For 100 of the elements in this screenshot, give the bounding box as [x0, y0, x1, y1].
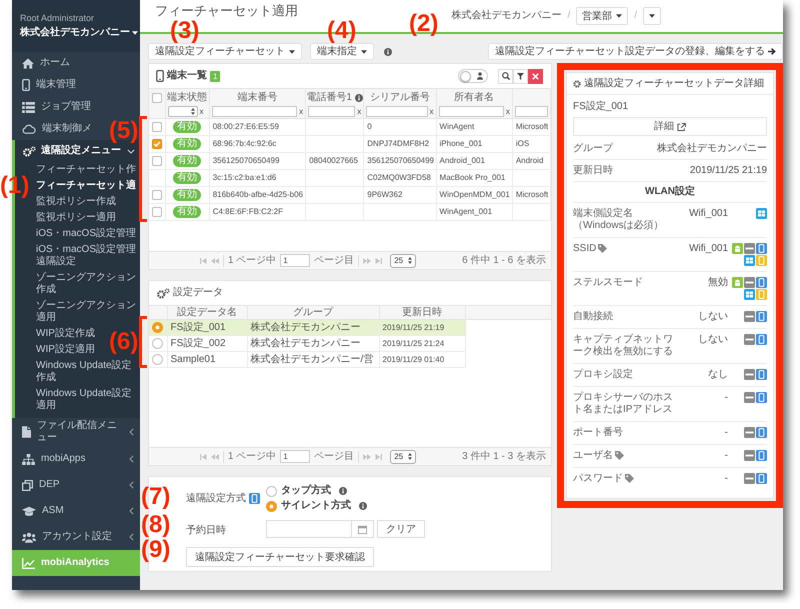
- filter-input[interactable]: [514, 106, 548, 117]
- device-dropdown[interactable]: 端末指定: [310, 43, 374, 60]
- column-header: 端末番号: [237, 92, 278, 104]
- menu-item[interactable]: ファイル配信メニュー: [12, 418, 140, 446]
- next-page-icon[interactable]: [363, 454, 372, 460]
- submenu-item[interactable]: 監視ポリシー適用: [36, 210, 116, 226]
- clear-filter-link[interactable]: x: [357, 106, 362, 116]
- gears-icon: [156, 288, 170, 298]
- menu-item[interactable]: 端末制御メ: [12, 118, 98, 140]
- previous-page-icon[interactable]: [210, 454, 219, 460]
- clear-button[interactable]: クリア: [377, 520, 425, 538]
- annotation-number: (8): [141, 513, 170, 537]
- submenu-item[interactable]: フィーチャーセット適: [36, 178, 136, 194]
- phone-icon: [756, 334, 767, 345]
- radio-button[interactable]: [152, 338, 164, 349]
- detail-button[interactable]: 詳細: [573, 117, 767, 136]
- submenu-item[interactable]: 監視ポリシー作成: [36, 194, 116, 210]
- page-size-select[interactable]: 25: [390, 254, 416, 268]
- field-value: 2019/11/25 21:19: [690, 164, 767, 176]
- date-input[interactable]: [266, 520, 352, 538]
- radio-button[interactable]: [152, 322, 164, 333]
- status-badge: 有効: [173, 172, 202, 184]
- row-checkbox[interactable]: [152, 122, 162, 132]
- line-chart-icon: [22, 558, 35, 568]
- submenu-item[interactable]: ゾーニングアクション作成: [36, 270, 138, 298]
- menu-item[interactable]: ASM: [12, 498, 140, 524]
- table-cell: 2019/11/25 21:19: [379, 320, 465, 336]
- first-page-icon[interactable]: [200, 454, 207, 460]
- previous-page-icon[interactable]: [210, 258, 219, 264]
- last-page-icon[interactable]: [375, 258, 382, 264]
- table-cell: 9P6W362: [364, 186, 436, 204]
- submenu-item[interactable]: WIP設定適用: [36, 342, 95, 358]
- menu-item[interactable]: アカウント設定: [12, 524, 140, 550]
- first-page-icon[interactable]: [200, 258, 207, 264]
- page-size-select[interactable]: 25: [390, 450, 416, 464]
- clear-filter-button[interactable]: [528, 68, 543, 84]
- next-page-icon[interactable]: [363, 258, 372, 264]
- bar-tile-icon: [744, 334, 755, 345]
- row-checkbox[interactable]: [152, 138, 162, 149]
- setting-value: なし: [708, 369, 728, 381]
- menu-item[interactable]: mobiApps: [12, 446, 140, 472]
- submenu-item[interactable]: フィーチャーセット作: [36, 162, 136, 178]
- menu-item[interactable]: ジョブ管理: [12, 96, 97, 118]
- filter-input[interactable]: [438, 106, 504, 117]
- menu-item[interactable]: DEP: [12, 472, 140, 498]
- filter-button[interactable]: [513, 68, 528, 84]
- radio-label[interactable]: タップ方式: [281, 485, 331, 497]
- menu-item[interactable]: ホーム: [12, 52, 76, 74]
- caret-down-icon: [132, 31, 138, 35]
- table-cell: WinOpenMDM_001: [436, 186, 512, 204]
- search-button[interactable]: [498, 68, 513, 84]
- calendar-button[interactable]: [352, 520, 374, 538]
- filter-select[interactable]: [168, 106, 198, 117]
- row-checkbox[interactable]: [152, 206, 162, 217]
- field-label: 遠隔設定方式: [186, 492, 246, 504]
- radio-button[interactable]: [266, 500, 277, 512]
- phone-icon: [756, 450, 767, 461]
- info-icon: [359, 502, 367, 510]
- submenu-item[interactable]: Windows Update設定適用: [36, 386, 138, 414]
- radio-button[interactable]: [152, 354, 164, 365]
- submenu-item[interactable]: Windows Update設定作成: [36, 358, 138, 386]
- toggle-switch[interactable]: [458, 69, 488, 83]
- radio-label[interactable]: サイレント方式: [281, 500, 351, 512]
- radio-button[interactable]: [266, 486, 277, 496]
- group-dropdown[interactable]: [643, 7, 661, 25]
- table-cell: iOS: [512, 136, 550, 152]
- annotation-number: (7): [141, 485, 170, 509]
- submenu-item[interactable]: ゾーニングアクション適用: [36, 298, 138, 326]
- submenu-item[interactable]: WIP設定作成: [36, 326, 95, 342]
- company-menu[interactable]: 株式会社デモカンパニー: [20, 27, 138, 39]
- clear-filter-link[interactable]: x: [299, 106, 304, 116]
- sitemap-icon: [22, 454, 35, 464]
- menu-item[interactable]: 端末管理: [12, 74, 82, 96]
- feature-set-dropdown[interactable]: 遠隔設定フィーチャーセット: [148, 43, 302, 60]
- clear-filter-link[interactable]: x: [200, 106, 204, 116]
- setting-name: FS設定_001: [573, 101, 630, 113]
- breadcrumb-separator: /: [567, 10, 570, 22]
- card-title: 端末一覧: [167, 70, 207, 82]
- row-checkbox[interactable]: [152, 190, 162, 200]
- window-panes-icon: [756, 208, 767, 219]
- clear-filter-link[interactable]: x: [506, 106, 510, 116]
- page-input[interactable]: 1: [280, 254, 310, 267]
- group-dropdown[interactable]: 営業部: [576, 7, 628, 25]
- select-all-checkbox[interactable]: [152, 93, 162, 103]
- submit-button[interactable]: 遠隔設定フィーチャーセット要求確認: [186, 547, 374, 567]
- file-icon: [22, 426, 31, 438]
- clear-filter-link[interactable]: x: [430, 106, 434, 116]
- section-title: WLAN設定: [644, 184, 696, 199]
- filter-input[interactable]: [366, 106, 428, 117]
- page-input[interactable]: 1: [280, 450, 310, 463]
- filter-input[interactable]: [308, 106, 356, 117]
- submenu-item[interactable]: iOS・macOS設定管理遠隔設定: [36, 242, 138, 270]
- table-cell: DNPJ74DMF8H2: [364, 136, 436, 152]
- last-page-icon[interactable]: [375, 454, 382, 460]
- field-label: 更新日時: [573, 164, 613, 176]
- submenu-item[interactable]: iOS・macOS設定管理: [36, 226, 136, 242]
- filter-input[interactable]: [212, 106, 298, 117]
- bar-tile-icon: [744, 392, 755, 403]
- row-checkbox[interactable]: [152, 156, 162, 166]
- register-data-button[interactable]: 遠隔設定フィーチャーセット設定データの登録、編集をする: [488, 43, 783, 60]
